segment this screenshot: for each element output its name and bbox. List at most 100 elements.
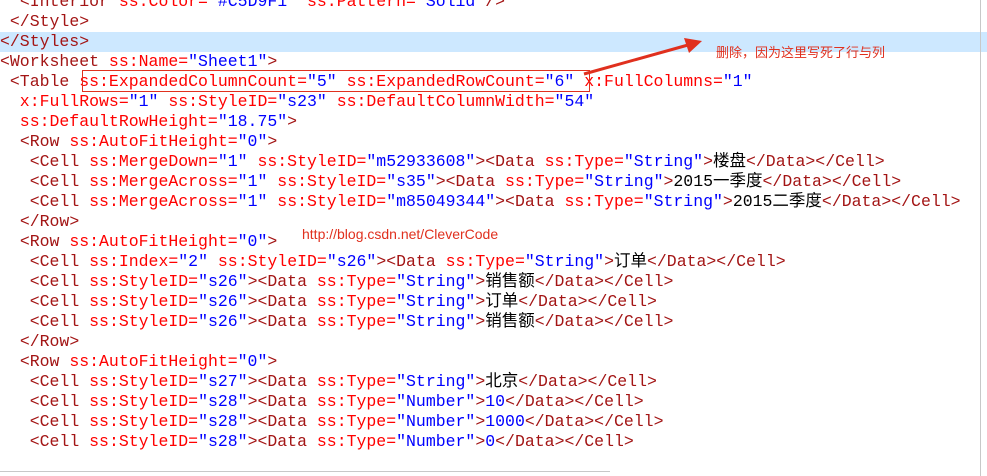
code-token-attr: ss:StyleID=	[79, 432, 199, 451]
code-token-value: "String"	[643, 192, 723, 211]
code-line[interactable]: <Cell ss:MergeDown="1" ss:StyleID="m5293…	[0, 152, 987, 172]
code-token-tag: <Cell	[29, 152, 80, 171]
code-token-value: "s26"	[326, 252, 377, 271]
code-token-tag: </Data></Cell>	[505, 392, 644, 411]
code-token-tag: ><Data	[247, 312, 307, 331]
code-token-tag: ><Data	[475, 152, 535, 171]
callout-text: 删除，因为这里写死了行与列	[716, 45, 886, 60]
code-token-tag: <Row	[19, 132, 60, 151]
code-token-attr: ss:Type=	[495, 172, 585, 191]
code-token-attr: ss:Name=	[99, 52, 189, 71]
code-token-value: "s35"	[386, 172, 436, 191]
code-token-tag: <Cell	[29, 252, 80, 271]
code-token-attr: ss:StyleID=	[79, 412, 199, 431]
code-token-tag: </Data></Cell>	[762, 172, 902, 191]
code-token-value: "0"	[237, 132, 268, 151]
code-token-attr: ss:AutoFitHeight=	[59, 132, 238, 151]
code-token-attr: ss:Color=	[108, 0, 208, 11]
code-line[interactable]: ss:DefaultRowHeight="18.75">	[0, 112, 987, 132]
code-token-tag: >	[475, 412, 486, 431]
code-token-tag: </Data></Cell>	[524, 412, 664, 431]
code-line[interactable]: <Cell ss:StyleID="s26"><Data ss:Type="St…	[0, 312, 987, 332]
code-token-tag: >	[663, 172, 674, 191]
code-token-attr: ss:Type=	[307, 292, 397, 311]
code-token-tag: >	[287, 112, 298, 131]
code-token-tag: >	[267, 52, 278, 71]
code-token-tag: ><Data	[247, 292, 307, 311]
code-token-attr: ss:Type=	[435, 252, 525, 271]
code-line[interactable]: </Row>	[0, 332, 987, 352]
code-line[interactable]: <Cell ss:StyleID="s28"><Data ss:Type="Nu…	[0, 432, 987, 452]
code-token-value: "m85049344"	[386, 192, 496, 211]
code-token-attr: ss:StyleID=	[79, 272, 199, 291]
code-line[interactable]: <Cell ss:StyleID="s27"><Data ss:Type="St…	[0, 372, 987, 392]
code-token-attr: ss:StyleID=	[267, 192, 387, 211]
code-token-tag: <Cell	[29, 272, 80, 291]
code-token-attr: ss:StyleID=	[158, 92, 278, 111]
code-token-tag: </Data></Cell>	[647, 252, 786, 271]
code-token-tag: >	[703, 152, 713, 171]
code-token-value: 10	[485, 392, 506, 411]
code-token-value: "Number"	[396, 412, 476, 431]
xml-editor[interactable]: <Interior ss:Color="#C5D9F1" ss:Pattern=…	[0, 0, 987, 476]
code-token-value: "Solid"	[415, 0, 486, 11]
code-token-value: "m52933608"	[366, 152, 476, 171]
code-token-tag: </Data></Cell>	[746, 152, 885, 171]
code-token-tag: >	[722, 192, 733, 211]
code-token-tag: <Cell	[29, 412, 80, 431]
code-token-attr: ss:Type=	[307, 432, 397, 451]
code-line[interactable]: <Cell ss:MergeAcross="1" ss:StyleID="s35…	[0, 172, 987, 192]
code-token-attr: ss:Type=	[307, 372, 397, 391]
code-token-value: "0"	[237, 232, 268, 251]
code-line[interactable]: <Row ss:AutoFitHeight="0">	[0, 132, 987, 152]
code-token-attr: ss:StyleID=	[79, 312, 199, 331]
code-token-attr: ss:StyleID=	[247, 152, 367, 171]
code-token-tag: <Cell	[29, 172, 80, 191]
code-token-attr: ss:Index=	[79, 252, 179, 271]
code-token-value: "54"	[554, 92, 595, 111]
code-token-tag: <Interior	[19, 0, 109, 11]
code-token-attr: ss:AutoFitHeight=	[59, 352, 238, 371]
code-line[interactable]: <Cell ss:StyleID="s26"><Data ss:Type="St…	[0, 272, 987, 292]
code-line[interactable]: <Row ss:AutoFitHeight="0">	[0, 352, 987, 372]
code-token-tag: <Cell	[29, 292, 80, 311]
code-token-value: "s27"	[198, 372, 248, 391]
code-token-tag: <Worksheet	[0, 52, 100, 71]
code-token-value: "s23"	[277, 92, 327, 111]
watermark-link[interactable]: http://blog.csdn.net/CleverCode	[302, 226, 498, 242]
code-token-text: 2015二季度	[732, 192, 822, 211]
code-token-value: "#C5D9F1"	[207, 0, 298, 11]
code-token-tag: <Cell	[29, 312, 80, 331]
code-line[interactable]: </Style>	[0, 12, 987, 32]
code-line[interactable]: x:FullRows="1" ss:StyleID="s23" ss:Defau…	[0, 92, 987, 112]
code-token-value: "String"	[584, 172, 664, 191]
code-line[interactable]: <Cell ss:Index="2" ss:StyleID="s26"><Dat…	[0, 252, 987, 272]
code-token-tag: </Row>	[19, 332, 80, 351]
code-token-value: "1"	[128, 92, 159, 111]
code-token-attr: ss:Type=	[307, 412, 397, 431]
code-token-tag: />	[485, 0, 506, 11]
code-line[interactable]: <Cell ss:StyleID="s28"><Data ss:Type="Nu…	[0, 392, 987, 412]
code-token-value: "String"	[524, 252, 605, 271]
code-line[interactable]: <Cell ss:StyleID="s28"><Data ss:Type="Nu…	[0, 412, 987, 432]
code-token-attr: ss:DefaultColumnWidth=	[326, 92, 555, 111]
code-token-tag: ><Data	[247, 392, 307, 411]
code-token-tag: ><Data	[247, 412, 307, 431]
code-token-value: "Number"	[396, 392, 476, 411]
code-token-tag: >	[475, 392, 486, 411]
code-token-attr: ss:Type=	[554, 192, 644, 211]
code-token-attr: ss:Type=	[307, 312, 397, 331]
code-line[interactable]: <Cell ss:StyleID="s26"><Data ss:Type="St…	[0, 292, 987, 312]
code-token-value: "1"	[722, 72, 753, 91]
code-line[interactable]: <Interior ss:Color="#C5D9F1" ss:Pattern=…	[0, 0, 987, 12]
code-line[interactable]: <Cell ss:MergeAcross="1" ss:StyleID="m85…	[0, 192, 987, 212]
code-token-value: "s26"	[198, 312, 248, 331]
